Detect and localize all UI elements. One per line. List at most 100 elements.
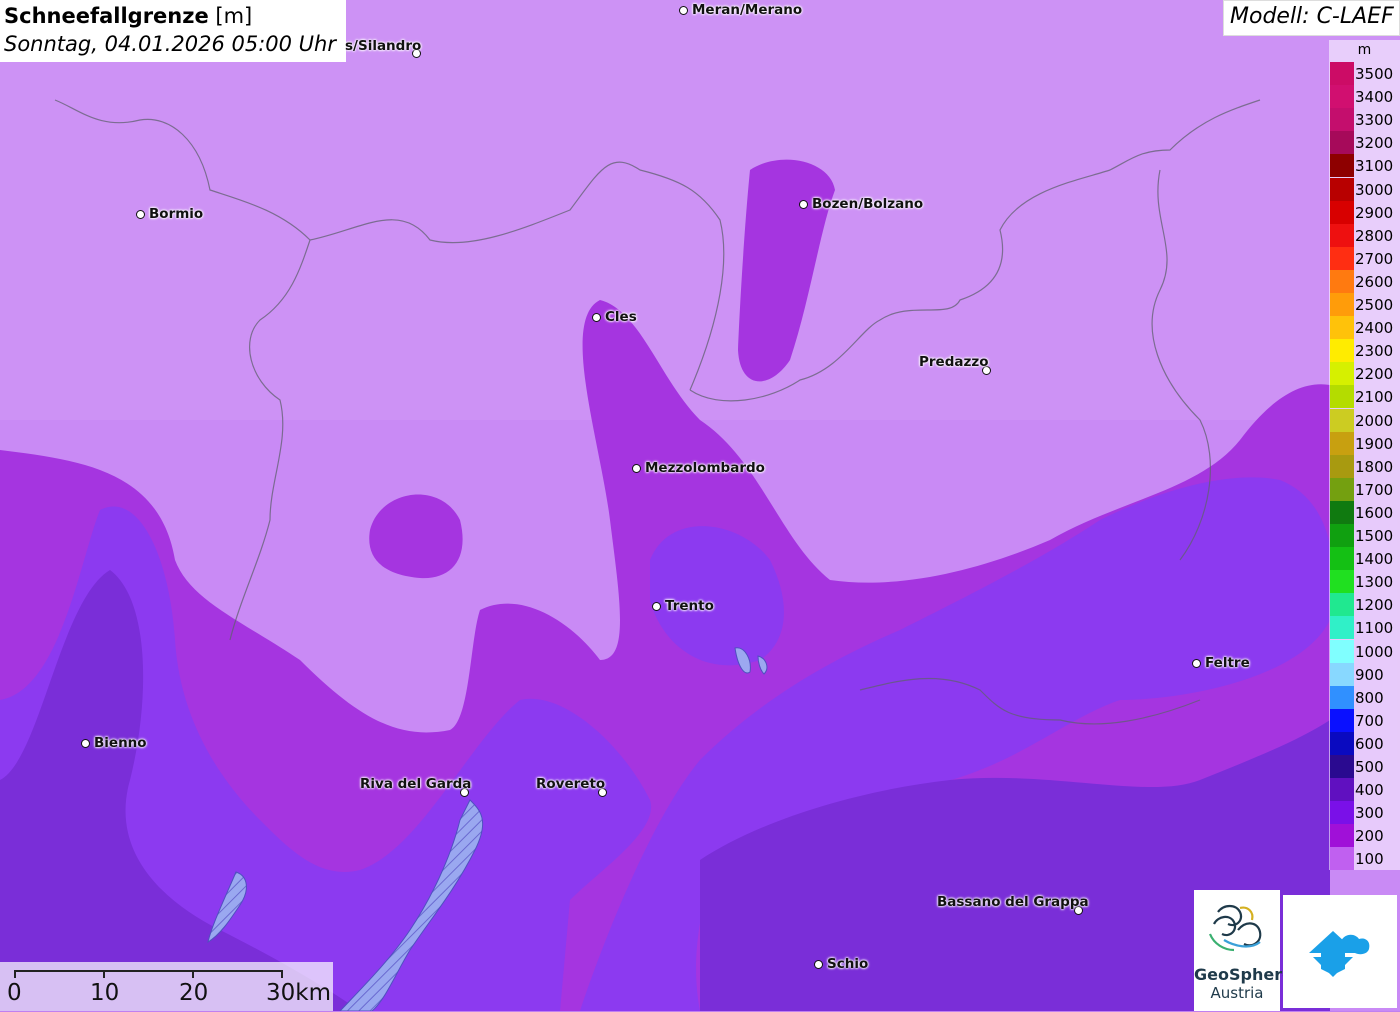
legend-label: 1200 — [1355, 596, 1394, 615]
legend-row: 3100 — [1329, 154, 1400, 178]
geosphere-logo[interactable]: GeoSphere Austria — [1194, 890, 1293, 1011]
legend-swatch — [1330, 731, 1354, 755]
legend-swatch — [1330, 593, 1354, 617]
legend-swatch — [1330, 154, 1354, 178]
legend-row: 2200 — [1329, 362, 1400, 386]
legend-swatch — [1330, 824, 1354, 848]
legend-swatch — [1330, 223, 1354, 247]
legend-label: 3300 — [1355, 111, 1394, 130]
geosphere-swirl-icon — [1208, 904, 1262, 952]
legend-swatch — [1330, 408, 1354, 432]
legend-row: 3500 — [1329, 62, 1400, 85]
scale-tick — [14, 970, 16, 978]
legend-swatch — [1330, 639, 1354, 663]
legend-row: 3000 — [1329, 177, 1400, 201]
legend-label: 100 — [1355, 850, 1384, 869]
legend-swatch — [1330, 177, 1354, 201]
legend-row: 2500 — [1329, 293, 1400, 316]
legend-swatch — [1330, 847, 1354, 871]
legend-row: 1300 — [1329, 570, 1400, 594]
title-bold: Schneefallgrenze — [4, 4, 209, 28]
legend-label: 3000 — [1355, 180, 1394, 199]
legend-label: 3200 — [1355, 134, 1394, 153]
legend-row: 2000 — [1329, 408, 1400, 432]
geosphere-text: GeoSphere — [1194, 965, 1293, 984]
city-marker — [814, 960, 823, 969]
legend-row: 1200 — [1329, 593, 1400, 617]
city-marker — [652, 602, 661, 611]
legend-row: 2800 — [1329, 223, 1400, 247]
legend-row: 1800 — [1329, 454, 1400, 478]
city-label: Riva del Garda — [360, 776, 472, 792]
app-logo[interactable] — [1283, 895, 1397, 1008]
legend-row: 1900 — [1329, 431, 1400, 455]
city-marker — [81, 739, 90, 748]
city-label: Bassano del Grappa — [937, 894, 1089, 910]
legend-row: 800 — [1329, 685, 1400, 709]
legend-row: 2100 — [1329, 385, 1400, 409]
legend-label: 600 — [1355, 734, 1384, 753]
legend-swatch — [1330, 85, 1354, 109]
legend-row: 1400 — [1329, 547, 1400, 571]
city-label: Bozen/Bolzano — [812, 196, 924, 212]
color-legend: m 3500 3400 3300 3200 3100 3000 2900 2800 2700 26… — [1329, 40, 1400, 871]
city-label: Meran/Merano — [692, 2, 803, 18]
forecast-datetime: Sonntag, 04.01.2026 05:00 Uhr — [4, 32, 337, 56]
legend-swatch — [1330, 339, 1354, 363]
legend-row: 600 — [1329, 731, 1400, 755]
city-label: Predazzo — [919, 354, 989, 370]
city-marker — [799, 200, 808, 209]
legend-label: 2900 — [1355, 203, 1394, 222]
city-label: Cles — [605, 309, 637, 325]
legend-label: 200 — [1355, 827, 1384, 846]
legend-row: 700 — [1329, 708, 1400, 732]
legend-row: 2900 — [1329, 200, 1400, 224]
legend-label: 2600 — [1355, 272, 1394, 291]
legend-label: 2800 — [1355, 226, 1394, 245]
legend-row: 1500 — [1329, 524, 1400, 547]
legend-label: 2100 — [1355, 388, 1394, 407]
weather-app-icon — [1309, 931, 1370, 977]
legend-label: 1600 — [1355, 503, 1394, 522]
legend-swatch — [1330, 131, 1354, 155]
legend-label: 500 — [1355, 758, 1384, 776]
legend-swatch — [1330, 316, 1354, 340]
legend-swatch — [1330, 616, 1354, 640]
legend-label: 1400 — [1355, 550, 1394, 569]
legend-row: 2700 — [1329, 246, 1400, 270]
legend-swatch — [1330, 293, 1354, 316]
legend-row: 200 — [1329, 824, 1400, 848]
legend-row: 300 — [1329, 801, 1400, 825]
city-label: Bormio — [149, 206, 204, 222]
legend-label: 2200 — [1355, 365, 1394, 384]
city-label: Feltre — [1205, 655, 1250, 671]
legend-swatch — [1330, 62, 1354, 85]
model-label: Modell: C-LAEF — [1223, 0, 1400, 36]
page-title: Schneefallgrenze [m] — [4, 2, 342, 30]
city-label: Bienno — [94, 735, 147, 751]
austria-text: Austria — [1210, 984, 1264, 1002]
legend-label: 1700 — [1355, 480, 1394, 499]
scale-tick — [192, 970, 194, 978]
legend-label: 900 — [1355, 665, 1384, 684]
legend-swatch — [1330, 454, 1354, 478]
terrain-shade — [0, 0, 1400, 420]
legend-row: 2600 — [1329, 269, 1400, 293]
legend-swatch — [1330, 200, 1354, 224]
legend-row: 100 — [1329, 847, 1400, 871]
scale-label-0: 0 — [7, 980, 22, 1006]
legend-row: 2400 — [1329, 316, 1400, 340]
legend-swatch — [1330, 662, 1354, 686]
legend-swatch — [1330, 269, 1354, 293]
legend-swatch — [1330, 431, 1354, 455]
legend-row: 3300 — [1329, 108, 1400, 132]
scalebar: 0 10 20 30km — [0, 962, 333, 1011]
legend-row: 1700 — [1329, 477, 1400, 501]
legend-swatch — [1330, 547, 1354, 571]
legend-label: 400 — [1355, 781, 1384, 800]
legend-label: 1300 — [1355, 573, 1394, 592]
legend-row: 1100 — [1329, 616, 1400, 640]
legend-label: 2700 — [1355, 249, 1394, 268]
legend-swatch — [1330, 246, 1354, 270]
city-label: Trento — [665, 598, 714, 614]
